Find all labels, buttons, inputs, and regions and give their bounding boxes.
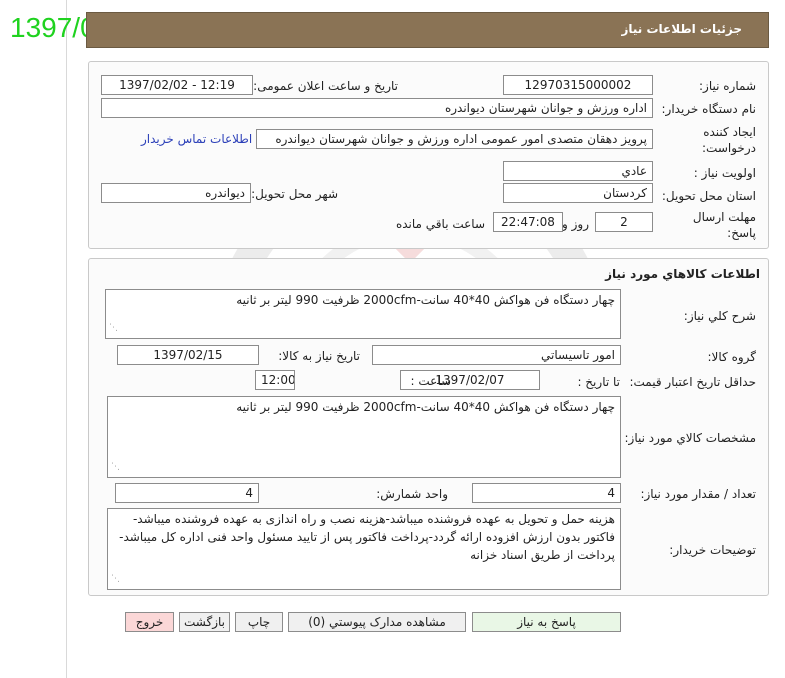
resize-grip[interactable]: ⋰: [111, 458, 120, 476]
announce-field[interactable]: 1397/02/02 - 12:19: [101, 75, 253, 95]
resize-grip[interactable]: ⋰: [109, 319, 118, 337]
goods-group-field[interactable]: امور تاسيساتي: [372, 345, 621, 365]
need-number-field[interactable]: 12970315000002: [503, 75, 653, 95]
time-left-label: ساعت باقي مانده: [395, 217, 485, 231]
city-label: شهر محل تحويل:: [251, 187, 338, 201]
unit-label: واحد شمارش:: [376, 487, 448, 501]
goods-section-title: اطلاعات کالاهاي مورد نياز: [605, 267, 760, 281]
min-validity-label: حداقل تاريخ اعتبار قيمت:: [629, 375, 756, 389]
time-left-field[interactable]: 22:47:08: [493, 212, 563, 232]
hour-field[interactable]: 12:00: [255, 370, 295, 390]
buyer-org-label: نام دستگاه خريدار:: [661, 102, 757, 116]
need-number-label: شماره نياز:: [699, 79, 756, 93]
days-unit-label: روز و: [562, 217, 589, 231]
city-field[interactable]: ديواندره: [101, 183, 251, 203]
creator-label-2: درخواست:: [702, 141, 756, 155]
need-date-field[interactable]: 1397/02/15: [117, 345, 259, 365]
province-label: استان محل تحويل:: [661, 189, 756, 203]
deadline-label-1: مهلت ارسال: [692, 210, 756, 224]
resize-grip[interactable]: ⋰: [111, 570, 120, 588]
page-header: جزئيات اطلاعات نياز: [86, 12, 769, 48]
need-date-label: تاريخ نياز به کالا:: [278, 349, 360, 363]
buyer-notes-label: توضيحات خريدار:: [669, 543, 756, 557]
view-attachments-button[interactable]: مشاهده مدارک پيوستي (0): [288, 612, 466, 632]
announce-label: تاريخ و ساعت اعلان عمومی:: [253, 79, 398, 93]
until-date-label: تا تاريخ :: [577, 375, 620, 389]
goods-group-label: گروه کالا:: [707, 350, 757, 364]
province-field[interactable]: کردستان: [503, 183, 653, 203]
priority-label: اولويت نياز :: [693, 166, 756, 180]
page-title: جزئيات اطلاعات نياز: [621, 22, 742, 36]
summary-text: چهار دستگاه فن هواکش 40*40 سانت-2000cfm …: [236, 293, 615, 307]
contact-buyer-link[interactable]: اطلاعات تماس خريدار: [141, 132, 252, 146]
specs-text: چهار دستگاه فن هواکش 40*40 سانت-2000cfm …: [236, 400, 615, 414]
print-button[interactable]: چاپ: [235, 612, 283, 632]
buyer-notes-text: هزينه حمل و تحويل به عهده فروشنده ميباشد…: [119, 512, 615, 562]
unit-field[interactable]: 4: [115, 483, 259, 503]
quantity-field[interactable]: 4: [472, 483, 621, 503]
back-button[interactable]: بازگشت: [179, 612, 230, 632]
exit-button[interactable]: خروج: [125, 612, 174, 632]
summary-label: شرح کلي نياز:: [683, 309, 756, 323]
goods-panel: اطلاعات کالاهاي مورد نياز شرح کلي نياز: …: [88, 258, 769, 596]
specs-field[interactable]: چهار دستگاه فن هواکش 40*40 سانت-2000cfm …: [107, 396, 621, 478]
creator-label-1: ايجاد کننده: [703, 125, 756, 139]
priority-field[interactable]: عادي: [503, 161, 653, 181]
creator-field[interactable]: پرويز دهقان متصدی امور عمومی اداره ورزش …: [256, 129, 653, 149]
quantity-label: تعداد / مقدار مورد نياز:: [640, 487, 756, 501]
days-field[interactable]: 2: [595, 212, 653, 232]
need-info-panel: شماره نياز: 12970315000002 تاريخ و ساعت …: [88, 61, 769, 249]
summary-field[interactable]: چهار دستگاه فن هواکش 40*40 سانت-2000cfm …: [105, 289, 621, 339]
buyer-notes-field[interactable]: هزينه حمل و تحويل به عهده فروشنده ميباشد…: [107, 508, 621, 590]
buyer-org-field[interactable]: اداره ورزش و جوانان شهرستان ديواندره: [101, 98, 653, 118]
respond-button[interactable]: پاسخ به نياز: [472, 612, 621, 632]
left-divider: [66, 0, 67, 678]
specs-label: مشخصات کالاي مورد نياز:: [624, 431, 756, 445]
deadline-label-2: پاسخ:: [727, 226, 756, 240]
hour-label: ساعت :: [410, 374, 451, 388]
